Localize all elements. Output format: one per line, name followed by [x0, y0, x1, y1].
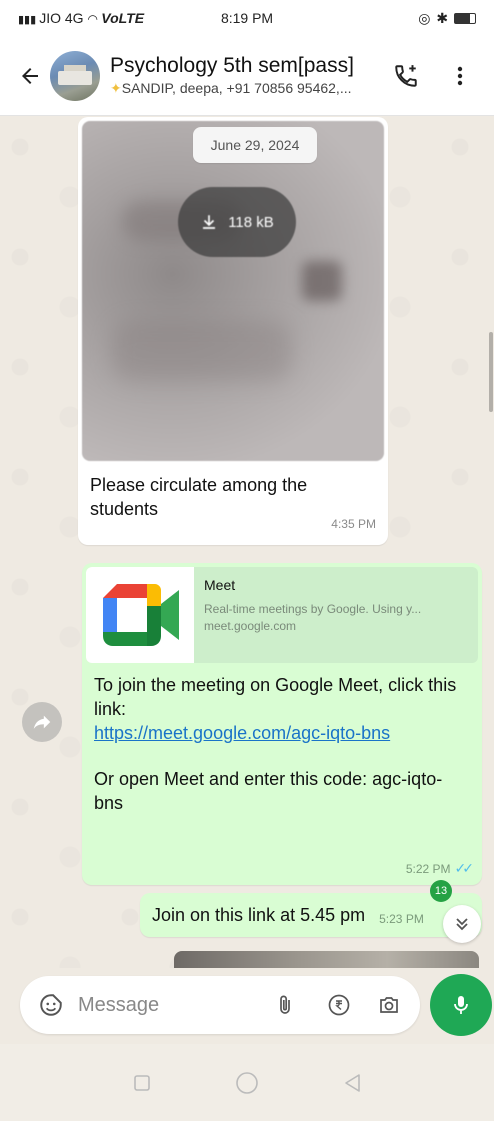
link-domain: meet.google.com [204, 619, 297, 633]
message-meta: 5:22 PM ✓✓ [405, 860, 475, 877]
home-button[interactable] [227, 1063, 267, 1103]
read-ticks-icon: ✓✓ [454, 860, 475, 876]
clock: 8:19 PM [220, 10, 274, 26]
triangle-back-icon [344, 1073, 360, 1092]
join-instruction: To join the meeting on Google Meet, clic… [94, 675, 457, 719]
voice-message-button[interactable] [430, 974, 492, 1036]
sticker-button[interactable] [34, 988, 68, 1022]
message-text: To join the meeting on Google Meet, clic… [86, 663, 470, 815]
link-title: Meet [204, 577, 236, 593]
meet-code-text: Or open Meet and enter this code: agc-iq… [94, 769, 443, 813]
participants-label: SANDIP, deepa, +91 70856 95462,... [121, 80, 352, 96]
forward-button[interactable] [22, 702, 62, 742]
more-options-button[interactable] [440, 56, 480, 96]
document-preview[interactable]: 118 kB [82, 121, 384, 461]
status-right: ◎ ✱ [323, 9, 477, 27]
wifi-icon: ◠ [87, 12, 102, 26]
scroll-to-bottom-button[interactable] [443, 905, 481, 943]
unread-count-badge: 13 [430, 880, 452, 902]
message-text: Join on this link at 5.45 pm [152, 904, 366, 925]
payment-button[interactable] [322, 988, 356, 1022]
meet-link[interactable]: https://meet.google.com/agc-iqto-bns [94, 721, 462, 745]
rupee-icon [328, 994, 350, 1016]
add-call-icon [395, 64, 417, 87]
recents-button[interactable] [122, 1063, 162, 1103]
image-message-preview[interactable] [174, 951, 479, 968]
carrier-label: JIO 4G [39, 10, 84, 26]
network-label: VoLTE [101, 10, 145, 26]
meet-thumbnail [86, 567, 194, 663]
download-button[interactable]: 118 kB [178, 187, 296, 257]
link-preview-card[interactable]: Meet Real-time meetings by Google. Using… [86, 567, 478, 663]
system-nav-bar [0, 1044, 494, 1121]
chat-title: Psychology 5th sem[pass] [110, 54, 354, 77]
signal-icon: ▮▮▮ [18, 14, 40, 26]
status-left: ▮▮▮ JIO 4G ◠ VoLTE [18, 10, 171, 26]
chat-subtitle: ✦SANDIP, deepa, +91 70856 95462,... [110, 80, 386, 97]
back-nav-button[interactable] [332, 1063, 372, 1103]
battery-icon [454, 13, 477, 25]
scrollbar-thumb[interactable] [489, 332, 493, 412]
square-icon [134, 1074, 151, 1091]
message-input[interactable] [78, 993, 268, 1017]
incoming-message-document[interactable]: 118 kB Please circulate among the studen… [78, 117, 388, 545]
circle-icon [236, 1071, 258, 1094]
arrow-left-icon [22, 67, 38, 84]
link-description: Real-time meetings by Google. Using y... [204, 602, 422, 616]
attach-button[interactable] [268, 988, 302, 1022]
date-chip: June 29, 2024 [193, 127, 317, 163]
message-caption: Please circulate among the students [90, 475, 308, 519]
download-icon [203, 215, 216, 229]
add-call-button[interactable] [386, 56, 426, 96]
camera-button[interactable] [372, 988, 406, 1022]
google-meet-icon [103, 584, 179, 646]
outgoing-message-meet[interactable]: Meet Real-time meetings by Google. Using… [82, 563, 482, 885]
mic-icon [454, 996, 468, 1014]
star-icon: ✦ [110, 80, 122, 96]
paperclip-icon [280, 995, 290, 1014]
double-chevron-down-icon [456, 918, 468, 931]
chat-area[interactable]: 118 kB Please circulate among the studen… [0, 117, 494, 968]
status-bar: ▮▮▮ JIO 4G ◠ VoLTE 8:19 PM ◎ ✱ [0, 0, 494, 36]
forward-icon [33, 715, 51, 729]
group-avatar[interactable] [50, 50, 100, 101]
chat-info[interactable]: Psychology 5th sem[pass] ✦SANDIP, deepa,… [110, 54, 386, 97]
link-preview-text: Meet Real-time meetings by Google. Using… [194, 567, 476, 663]
more-vertical-icon [457, 66, 463, 85]
message-time: 5:22 PM [405, 861, 451, 876]
outgoing-message-join[interactable]: Join on this link at 5.45 pm 5:23 PM [140, 893, 482, 937]
message-time: 4:35 PM [331, 517, 376, 531]
message-time: 5:23 PM [379, 912, 424, 926]
back-button[interactable] [12, 56, 48, 96]
bluetooth-icon: ✱ [436, 9, 450, 26]
chat-header: Psychology 5th sem[pass] ✦SANDIP, deepa,… [0, 36, 494, 116]
camera-icon [380, 997, 398, 1013]
message-composer [20, 976, 420, 1034]
sticker-icon [40, 994, 62, 1016]
alarm-icon: ◎ [418, 9, 432, 26]
file-size: 118 kB [228, 213, 274, 231]
